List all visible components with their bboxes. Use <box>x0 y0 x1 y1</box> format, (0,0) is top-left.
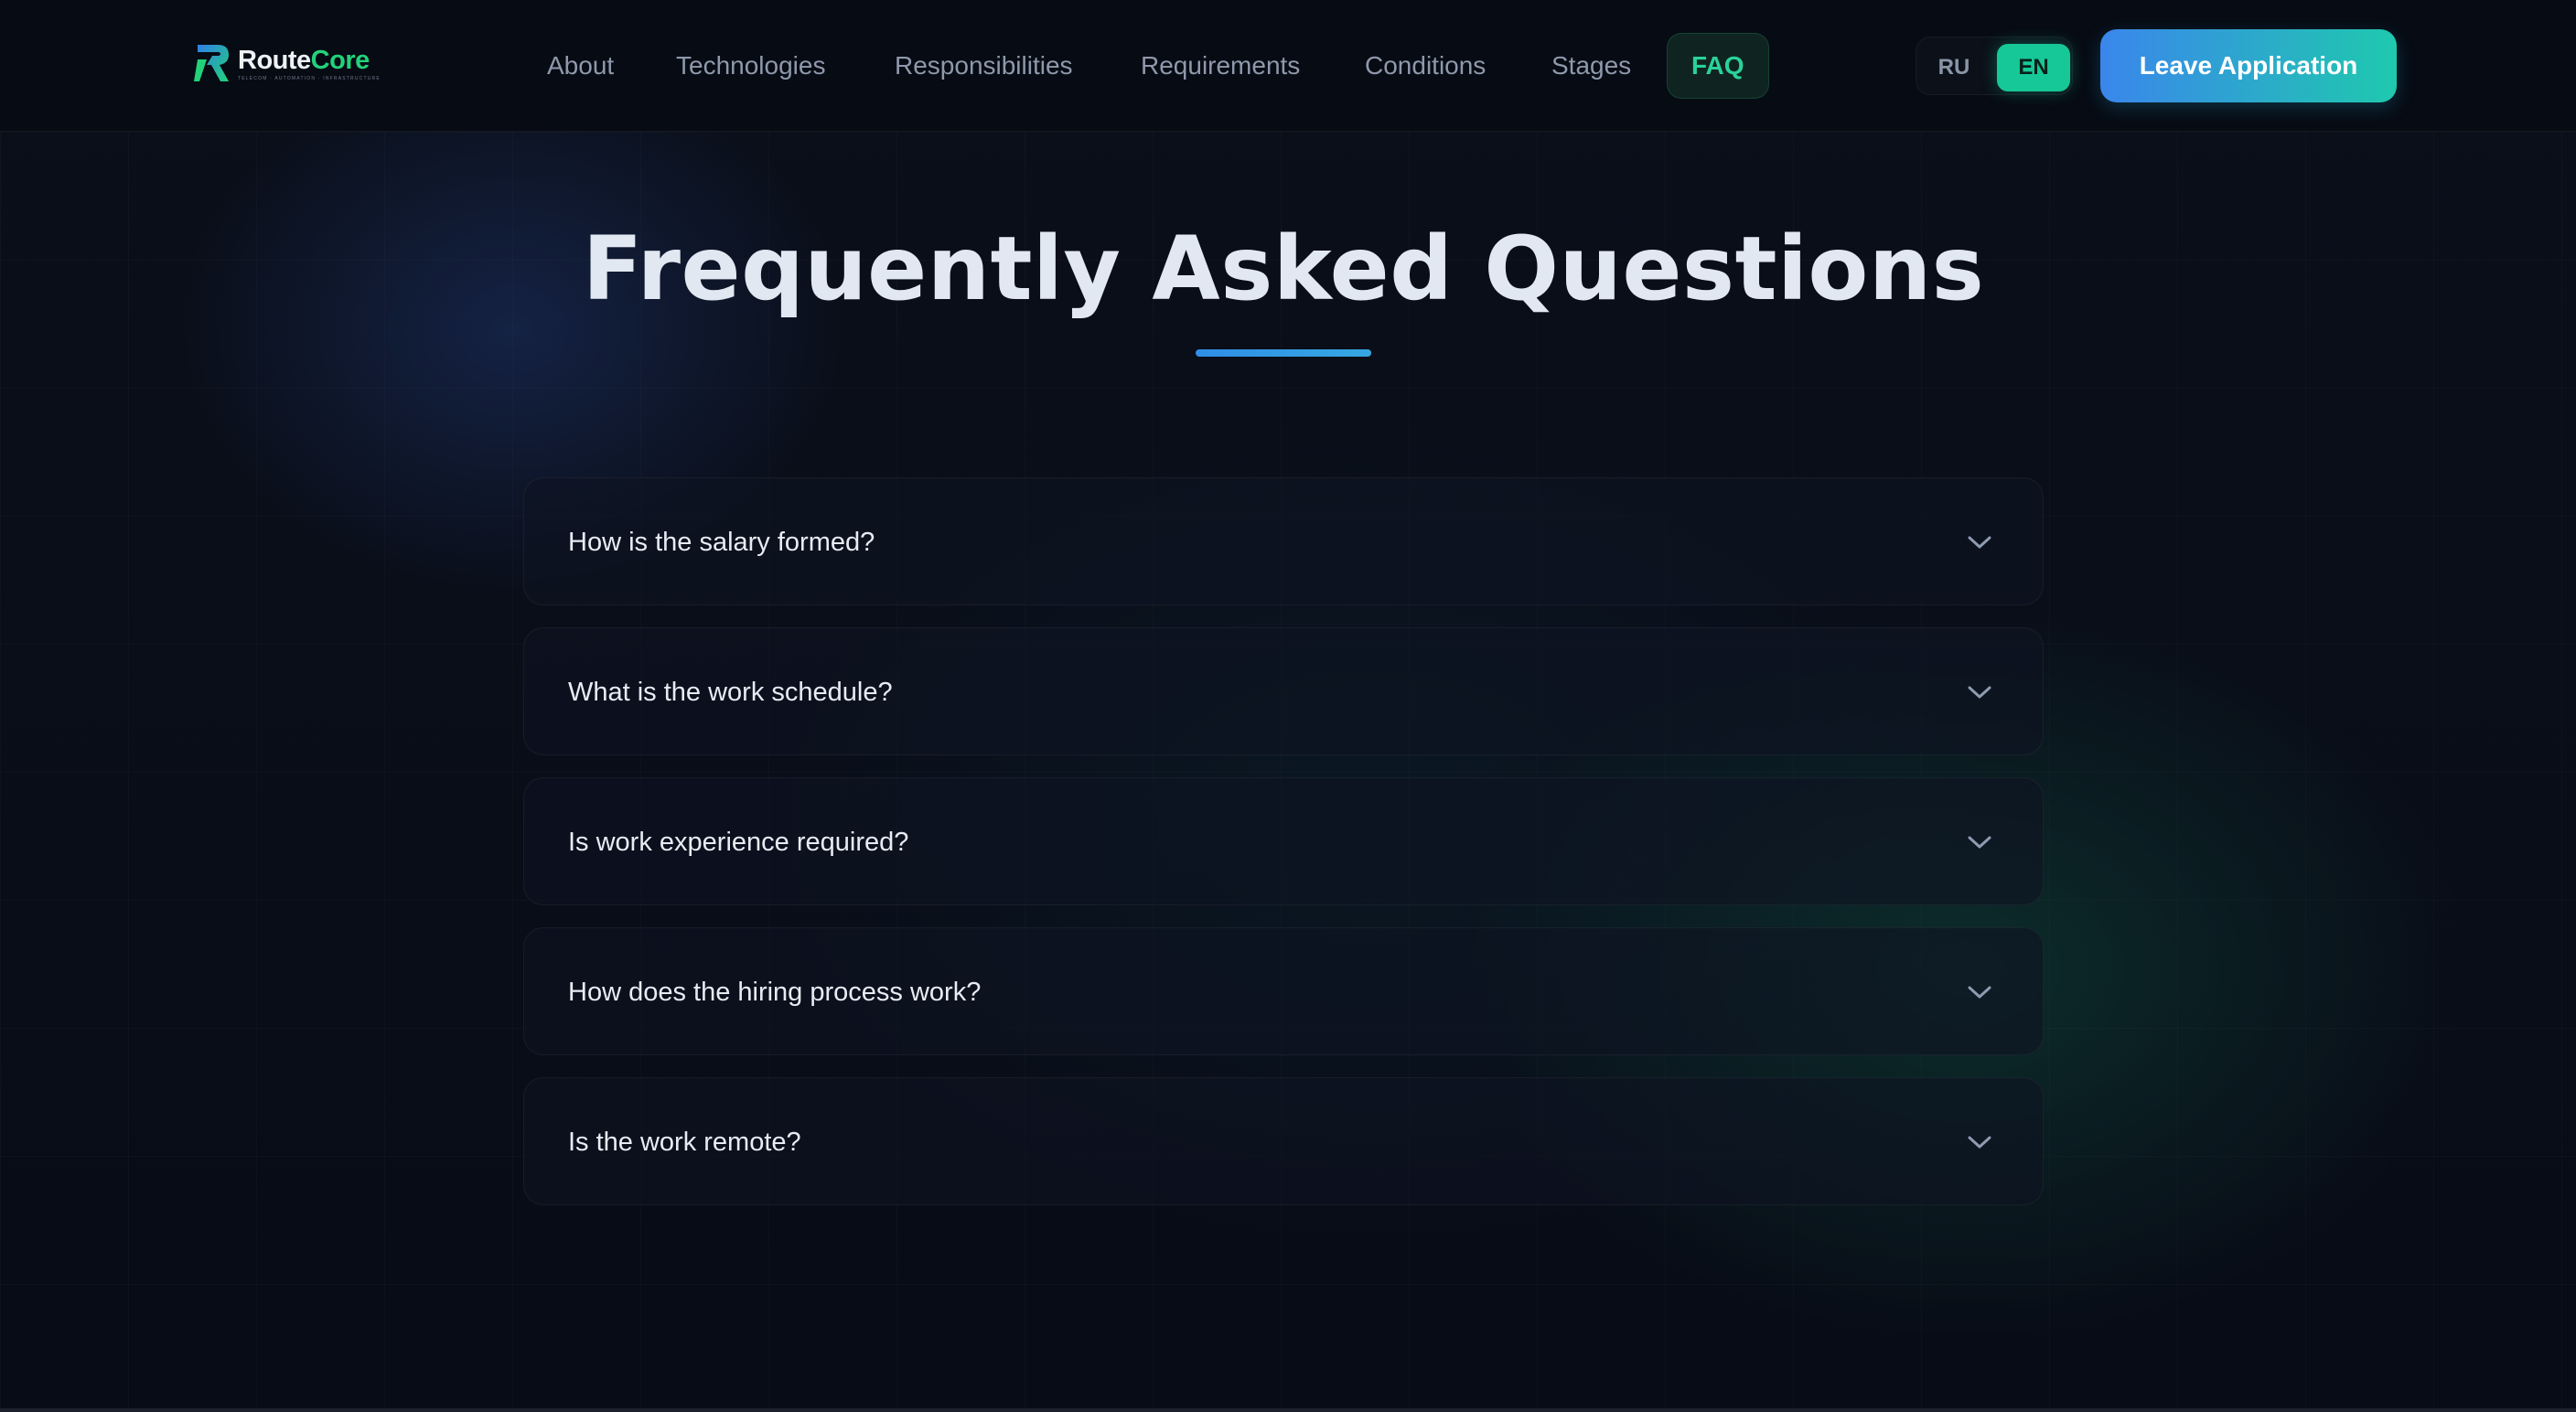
chevron-down-icon <box>1968 536 1991 549</box>
bottom-frame-border <box>0 1408 2576 1412</box>
faq-item[interactable]: How does the hiring process work? <box>523 927 2044 1055</box>
nav-requirements[interactable]: Requirements <box>1141 33 1300 99</box>
title-underline <box>1196 349 1371 357</box>
faq-list: How is the salary formed? What is the wo… <box>523 477 2044 1227</box>
chevron-down-icon <box>1968 686 1991 699</box>
faq-item[interactable]: What is the work schedule? <box>523 627 2044 755</box>
faq-question: How does the hiring process work? <box>568 978 982 1007</box>
nav-conditions[interactable]: Conditions <box>1365 33 1486 99</box>
faq-item[interactable]: Is the work remote? <box>523 1077 2044 1205</box>
chevron-down-icon <box>1968 836 1991 849</box>
faq-question: Is work experience required? <box>568 828 909 857</box>
language-switcher: RU EN <box>1916 37 2073 95</box>
nav-about[interactable]: About <box>547 33 614 99</box>
nav-stages[interactable]: Stages <box>1551 33 1631 99</box>
faq-item[interactable]: Is work experience required? <box>523 777 2044 905</box>
chevron-down-icon <box>1968 1136 1991 1149</box>
nav-faq[interactable]: FAQ <box>1667 33 1769 99</box>
nav-responsibilities[interactable]: Responsibilities <box>895 33 1073 99</box>
faq-question: How is the salary formed? <box>568 528 875 557</box>
leave-application-button[interactable]: Leave Application <box>2100 29 2397 102</box>
faq-question: Is the work remote? <box>568 1128 801 1157</box>
faq-question: What is the work schedule? <box>568 678 893 707</box>
lang-ru-button[interactable]: RU <box>1927 44 1980 91</box>
chevron-down-icon <box>1968 986 1991 999</box>
page: RouteCore TELECOM · AUTOMATION · INFRAST… <box>0 0 2576 1412</box>
faq-title: Frequently Asked Questions <box>582 218 1985 320</box>
nav-technologies[interactable]: Technologies <box>676 33 825 99</box>
site-header: RouteCore TELECOM · AUTOMATION · INFRAST… <box>0 0 2576 132</box>
faq-item[interactable]: How is the salary formed? <box>523 477 2044 605</box>
lang-en-button[interactable]: EN <box>1997 44 2070 91</box>
